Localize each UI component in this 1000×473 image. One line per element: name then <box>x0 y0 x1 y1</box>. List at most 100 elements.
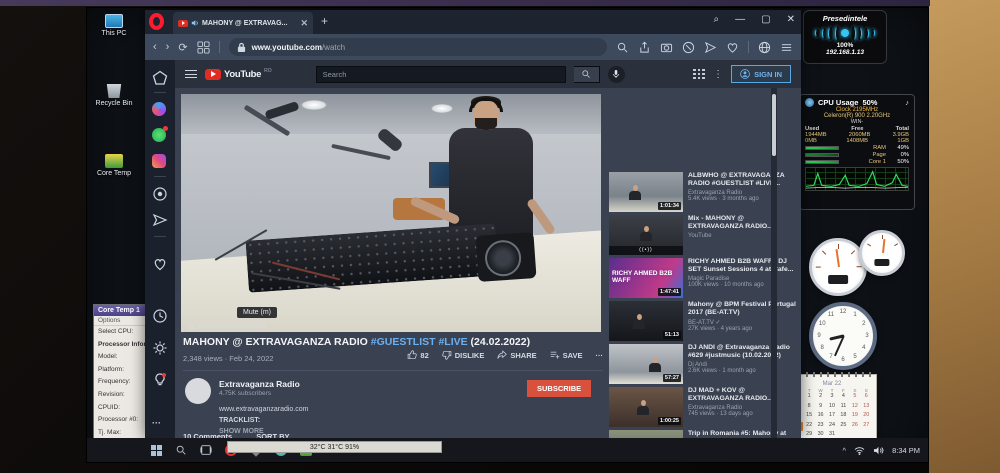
save-button[interactable]: SAVE <box>550 350 583 360</box>
thumbnail-overlay-text: RICHY AHMED B2B WAFF <box>612 270 673 284</box>
opera-browser-window: MAHONY @ EXTRAVAG... ✕ + ⌕ — ▢ ✕ ‹ › ⟳ w… <box>145 10 801 462</box>
mem-value: 1GB <box>897 138 909 144</box>
gauge-widget-large[interactable] <box>809 238 867 296</box>
voice-search-button[interactable] <box>607 65 625 83</box>
calendar-month: Mar 22 <box>822 381 842 387</box>
telegram-icon[interactable] <box>152 212 168 228</box>
opera-logo-icon[interactable] <box>149 13 164 30</box>
video-player[interactable]: Mute (m) EXTRAVAGANZA RADIO <box>181 94 601 332</box>
core-temp-icon <box>105 154 123 168</box>
dislike-label: DISLIKE <box>454 350 485 360</box>
snapshot-icon[interactable] <box>660 41 673 54</box>
video-thumbnail[interactable]: 51:13 <box>609 301 683 341</box>
bookmark-heart-icon[interactable] <box>726 41 739 54</box>
sidebar-divider <box>154 236 166 237</box>
workspaces-icon[interactable] <box>197 40 210 54</box>
browser-tab[interactable]: MAHONY @ EXTRAVAG... ✕ <box>173 12 313 34</box>
video-thumbnail[interactable]: 57:27 <box>609 344 683 384</box>
suggestion-item[interactable]: 51:13 Mahony @ BPM Festival Portugal 201… <box>609 301 797 341</box>
messenger-icon[interactable] <box>152 102 166 116</box>
cpu-usage-widget[interactable]: CPU Usage 50% ♪ Clock 2195MHz Celeron(R)… <box>799 94 915 210</box>
tab-close-icon[interactable]: ✕ <box>300 18 308 29</box>
sign-in-button[interactable]: SIGN IN <box>731 65 791 83</box>
dislike-button[interactable]: DISLIKE <box>442 350 485 360</box>
like-button[interactable]: 82 <box>407 350 429 360</box>
desktop-icon-recycle-bin[interactable]: Recycle Bin <box>91 84 137 107</box>
mem-value: 0MB <box>805 138 817 144</box>
youtube-settings-kebab-icon[interactable]: ⋮ <box>713 69 723 80</box>
tab-strip: MAHONY @ EXTRAVAG... ✕ + ⌕ — ▢ ✕ <box>145 10 801 34</box>
lock-icon[interactable] <box>237 42 246 53</box>
suggestion-item[interactable]: RICHY AHMED B2B WAFF 1:47:41 RICHY AHMED … <box>609 258 797 298</box>
video-thumbnail[interactable]: RICHY AHMED B2B WAFF 1:47:41 <box>609 258 683 298</box>
taskbar-clock[interactable]: 8:34 PM <box>892 446 920 455</box>
suggestion-item[interactable]: 1:01:34 ALBWHO @ EXTRAVAGANZA RADIO #GUE… <box>609 172 797 212</box>
minimize-button[interactable]: — <box>735 14 745 25</box>
youtube-play-icon <box>205 68 221 80</box>
bookmarks-heart-icon[interactable] <box>152 256 168 272</box>
intel-logo-icon <box>805 98 814 107</box>
find-in-page-icon[interactable] <box>616 41 629 54</box>
analog-clock-widget[interactable]: 12 1 2 3 4 5 6 7 8 9 10 11 <box>809 302 877 370</box>
gauge-widget-small[interactable] <box>859 230 905 276</box>
guide-menu-icon[interactable] <box>185 70 197 78</box>
desktop-icon-this-pc[interactable]: This PC <box>91 14 137 37</box>
tray-expand-icon[interactable]: ^ <box>843 446 847 455</box>
video-title-hashtags[interactable]: #GUESTLIST #LIVE <box>371 336 468 348</box>
suggestion-item[interactable]: 57:27 DJ ANDI @ Extravaganza Radio #629 … <box>609 344 797 384</box>
player-icon[interactable] <box>152 186 168 202</box>
duration-badge: 1:01:34 <box>658 202 681 210</box>
instagram-icon[interactable] <box>152 154 166 168</box>
back-button[interactable]: ‹ <box>153 41 157 53</box>
cdj-turntable <box>475 232 537 282</box>
maximize-button[interactable]: ▢ <box>761 14 770 25</box>
cpu-history-graph <box>805 167 909 191</box>
youtube-favicon <box>178 19 188 27</box>
task-view-icon[interactable] <box>200 444 212 456</box>
channel-name[interactable]: Extravaganza Radio <box>219 379 300 389</box>
youtube-apps-icon[interactable] <box>693 68 705 80</box>
more-actions-button[interactable]: ··· <box>596 351 604 360</box>
settings-gear-icon[interactable] <box>152 340 168 356</box>
chrome-search-icon[interactable]: ⌕ <box>714 14 720 25</box>
wifi-signal-widget[interactable]: Presedintele 100% 192.168.1.13 <box>803 10 887 64</box>
easy-setup-bulb-icon[interactable] <box>152 372 168 388</box>
video-thumbnail[interactable]: 1:00:25 <box>609 387 683 427</box>
suggestion-title: RICHY AHMED B2B WAFF - DJ SET Sunset Ses… <box>688 258 794 274</box>
channel-avatar[interactable] <box>185 378 211 404</box>
video-thumbnail[interactable]: ((•)) <box>609 215 683 255</box>
url-text[interactable]: www.youtube.com/watch <box>252 43 346 52</box>
url-box[interactable]: www.youtube.com/watch <box>228 38 607 56</box>
start-button[interactable] <box>151 444 162 456</box>
scrollbar-thumb[interactable] <box>772 94 776 156</box>
wifi-signal-meter <box>804 25 886 41</box>
suggestion-item[interactable]: ((•)) Mix - MAHONY @ EXTRAVAGANZA RADIO.… <box>609 215 797 255</box>
search-button[interactable] <box>573 65 600 83</box>
youtube-logo[interactable]: YouTube RO <box>205 68 272 80</box>
taskbar-search-icon[interactable] <box>175 444 187 456</box>
share-icon[interactable] <box>638 41 651 54</box>
adblock-icon[interactable] <box>682 41 695 54</box>
share-button[interactable]: SHARE <box>497 350 537 360</box>
history-icon[interactable] <box>152 308 168 324</box>
wifi-icon[interactable] <box>854 446 865 455</box>
watermark-icon <box>189 324 194 330</box>
whatsapp-icon[interactable] <box>152 126 168 142</box>
reload-button[interactable]: ⟳ <box>178 41 187 54</box>
suggestion-item[interactable]: 1:00:25 DJ MAD + KOV @ EXTRAVAGANZA RADI… <box>609 387 797 427</box>
sidebar-more-icon[interactable]: ··· <box>152 418 168 434</box>
sidebar-setup-icon[interactable] <box>780 41 793 54</box>
new-tab-button[interactable]: + <box>321 14 328 28</box>
tab-audio-icon[interactable] <box>191 19 199 27</box>
search-input[interactable]: Search <box>315 65 566 83</box>
my-flow-icon[interactable] <box>704 41 717 54</box>
extensions-icon[interactable] <box>758 41 771 54</box>
close-button[interactable]: ✕ <box>787 14 795 25</box>
volume-icon[interactable] <box>873 446 884 455</box>
workspace-icon[interactable] <box>152 70 168 86</box>
video-thumbnail[interactable]: 1:01:34 <box>609 172 683 212</box>
subscribe-button[interactable]: SUBSCRIBE <box>527 380 592 397</box>
desktop-icon-core-temp[interactable]: Core Temp <box>91 154 137 177</box>
forward-button[interactable]: › <box>166 41 170 53</box>
video-description-link[interactable]: www.extravaganzaradio.com <box>219 406 309 413</box>
